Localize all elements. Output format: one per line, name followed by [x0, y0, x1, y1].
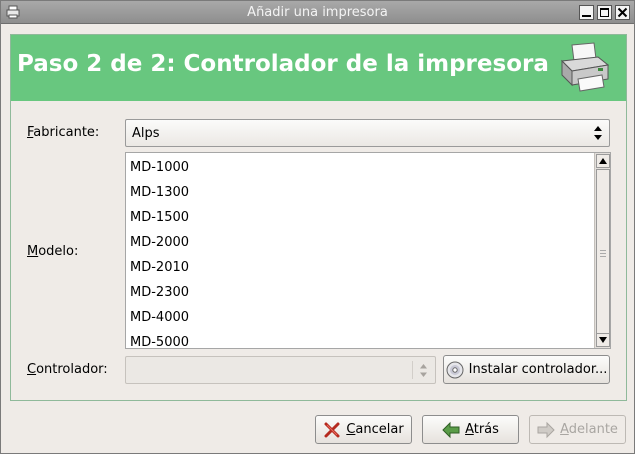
- scroll-thumb[interactable]: [596, 169, 610, 334]
- fabricante-label: Fabricante:: [27, 125, 100, 140]
- model-list[interactable]: MD-1000 MD-1300 MD-1500 MD-2000 MD-2010 …: [125, 152, 611, 349]
- arrow-down-icon: [599, 337, 607, 343]
- manufacturer-value: Alps: [132, 126, 160, 141]
- model-list-scrollbar[interactable]: [594, 153, 610, 348]
- cd-icon: [446, 361, 464, 378]
- minimize-icon: [582, 15, 591, 17]
- combo-arrows-icon: [420, 364, 427, 377]
- list-item[interactable]: MD-1500: [130, 210, 189, 225]
- controlador-label: Controlador:: [27, 362, 108, 377]
- printer-icon: [560, 42, 610, 92]
- window-title: Añadir una impresora: [247, 5, 388, 20]
- next-button[interactable]: Adelante: [529, 415, 626, 444]
- list-item[interactable]: MD-1300: [130, 185, 189, 200]
- maximize-button[interactable]: [597, 5, 612, 20]
- install-driver-button[interactable]: Instalar controlador...: [443, 355, 610, 384]
- combo-arrows-icon: [594, 126, 602, 140]
- step-header: Paso 2 de 2: Controlador de la impresora: [11, 35, 626, 101]
- page-title: Paso 2 de 2: Controlador de la impresora: [17, 51, 549, 77]
- add-printer-window: Añadir una impresora Paso 2 de 2: Contro…: [0, 0, 635, 454]
- list-item[interactable]: MD-4000: [130, 310, 189, 325]
- close-icon: [617, 7, 628, 18]
- scroll-up-button[interactable]: [596, 154, 610, 168]
- scroll-grip-icon: [600, 250, 606, 257]
- minimize-button[interactable]: [579, 5, 594, 20]
- maximize-icon: [600, 8, 609, 17]
- arrow-up-icon: [599, 158, 607, 164]
- title-bar[interactable]: Añadir una impresora: [1, 1, 634, 24]
- list-item[interactable]: MD-5000: [130, 335, 189, 348]
- back-button[interactable]: Atrás: [422, 415, 519, 444]
- cancel-x-icon: [324, 422, 340, 437]
- forward-arrow-icon: [537, 421, 555, 438]
- cancel-button[interactable]: Cancelar: [315, 415, 412, 444]
- list-item[interactable]: MD-2300: [130, 285, 189, 300]
- manufacturer-combo[interactable]: Alps: [125, 119, 610, 147]
- close-button[interactable]: [615, 5, 630, 20]
- list-item[interactable]: MD-1000: [130, 160, 189, 175]
- back-arrow-icon: [442, 421, 460, 438]
- scroll-down-button[interactable]: [596, 333, 610, 347]
- list-item[interactable]: MD-2010: [130, 260, 189, 275]
- driver-combo[interactable]: [125, 356, 436, 384]
- list-item[interactable]: MD-2000: [130, 235, 189, 250]
- modelo-label: Modelo:: [27, 244, 79, 259]
- combo-separator: [412, 361, 413, 379]
